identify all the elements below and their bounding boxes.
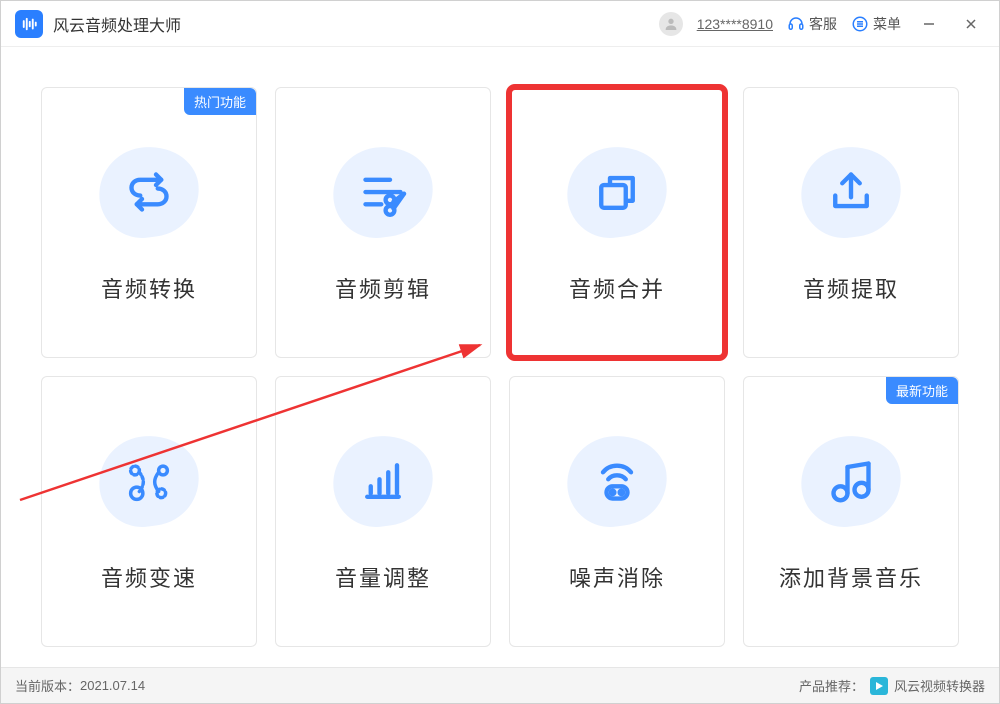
new-badge: 最新功能 — [886, 377, 958, 404]
recommend-logo-icon — [870, 677, 888, 695]
volume-icon — [333, 431, 433, 531]
card-noise-removal[interactable]: 噪声消除 — [509, 376, 725, 647]
card-audio-volume[interactable]: 音量调整 — [275, 376, 491, 647]
card-label: 音频变速 — [101, 561, 197, 593]
hot-badge: 热门功能 — [184, 88, 256, 115]
card-label: 添加背景音乐 — [779, 561, 923, 593]
card-label: 音频提取 — [803, 272, 899, 304]
menu-label: 菜单 — [873, 14, 901, 34]
menu-link[interactable]: 菜单 — [851, 14, 901, 34]
recommend-label: 产品推荐： — [799, 676, 864, 695]
card-audio-extract[interactable]: 音频提取 — [743, 87, 959, 358]
close-button[interactable] — [957, 10, 985, 38]
support-link[interactable]: 客服 — [787, 14, 837, 34]
support-label: 客服 — [809, 14, 837, 34]
version-label: 当前版本： — [15, 676, 80, 695]
titlebar: 风云音频处理大师 123****8910 客服 菜单 — [1, 1, 999, 47]
app-logo-icon — [15, 10, 43, 38]
footer-recommend[interactable]: 产品推荐： 风云视频转换器 — [799, 676, 985, 695]
merge-icon — [567, 142, 667, 242]
card-audio-convert[interactable]: 热门功能 音频转换 — [41, 87, 257, 358]
card-audio-cut[interactable]: 音频剪辑 — [275, 87, 491, 358]
card-audio-speed[interactable]: 音频变速 — [41, 376, 257, 647]
card-label: 音量调整 — [335, 561, 431, 593]
card-add-bgm[interactable]: 最新功能 添加背景音乐 — [743, 376, 959, 647]
extract-icon — [801, 142, 901, 242]
feature-grid: 热门功能 音频转换 — [41, 87, 959, 647]
minimize-button[interactable] — [915, 10, 943, 38]
recommend-product: 风云视频转换器 — [894, 676, 985, 695]
card-label: 音频转换 — [101, 272, 197, 304]
convert-icon — [99, 142, 199, 242]
card-label: 音频合并 — [569, 272, 665, 304]
card-label: 音频剪辑 — [335, 272, 431, 304]
card-audio-merge[interactable]: 音频合并 — [509, 87, 725, 358]
footer: 当前版本： 2021.07.14 产品推荐： 风云视频转换器 — [1, 667, 999, 703]
app-window: 风云音频处理大师 123****8910 客服 菜单 — [0, 0, 1000, 704]
speed-icon — [99, 431, 199, 531]
card-label: 噪声消除 — [569, 561, 665, 593]
user-avatar-icon[interactable] — [659, 12, 683, 36]
app-title: 风云音频处理大师 — [53, 12, 181, 36]
user-phone[interactable]: 123****8910 — [697, 16, 773, 32]
version-value: 2021.07.14 — [80, 678, 145, 693]
titlebar-right: 123****8910 客服 菜单 — [659, 10, 985, 38]
main-area: 热门功能 音频转换 — [1, 47, 999, 667]
bgm-icon — [801, 431, 901, 531]
cut-icon — [333, 142, 433, 242]
noise-icon — [567, 431, 667, 531]
